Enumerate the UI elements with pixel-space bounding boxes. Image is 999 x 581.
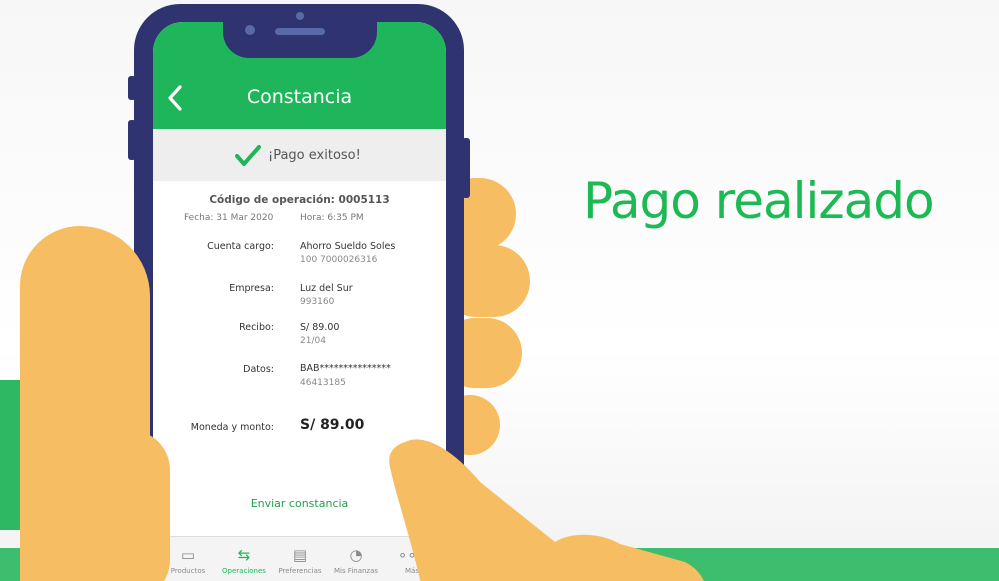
wallet-icon: ▭ <box>180 546 196 564</box>
detail-value-recibo: S/ 89.00 <box>300 322 340 333</box>
tab-label: Operaciones <box>222 567 266 575</box>
detail-label-datos: Datos: <box>243 364 274 375</box>
operation-date: Fecha: 31 Mar 2020 <box>184 213 274 223</box>
detail-sub-recibo: 21/04 <box>300 336 326 346</box>
cards-icon: ▤ <box>292 546 308 564</box>
tab-label: Productos <box>170 567 206 575</box>
total-amount: S/ 89.00 <box>300 417 365 433</box>
detail-value-cuenta: Ahorro Sueldo Soles <box>300 241 396 252</box>
operation-code: Código de operación: 0005113 <box>209 194 390 206</box>
sensor-icon <box>296 12 304 20</box>
tab-label: Mis Finanzas <box>333 567 379 575</box>
detail-sub-datos: 46413185 <box>300 378 346 388</box>
speaker-grille <box>275 28 325 35</box>
phone-notch <box>223 4 377 58</box>
success-banner: ¡Pago exitoso! <box>153 129 446 181</box>
transfer-arrows-icon: ⇆ <box>237 546 251 564</box>
camera-icon <box>245 25 255 35</box>
hand-palm <box>60 430 170 581</box>
tab-productos[interactable]: ▭ Productos <box>163 545 213 575</box>
success-message: ¡Pago exitoso! <box>268 148 361 163</box>
operation-time: Hora: 6:35 PM <box>300 213 364 223</box>
total-label: Moneda y monto: <box>190 422 274 433</box>
pointing-hand <box>389 439 704 581</box>
detail-value-datos: BAB*************** <box>300 363 391 374</box>
detail-label-recibo: Recibo: <box>239 322 274 333</box>
page-title: Constancia <box>246 86 353 108</box>
tab-operaciones[interactable]: ⇆ Operaciones <box>219 545 269 575</box>
checkmark-icon <box>235 145 261 167</box>
detail-sub-empresa: 993160 <box>300 297 335 307</box>
detail-label-cuenta: Cuenta cargo: <box>207 241 274 252</box>
detail-sub-cuenta: 100 7000026316 <box>300 255 378 265</box>
detail-label-empresa: Empresa: <box>229 283 274 294</box>
detail-value-empresa: Luz del Sur <box>300 283 353 294</box>
scene: Pago realizado Constancia ¡Pago exitoso!… <box>0 0 999 581</box>
pie-chart-icon: ◔ <box>349 546 363 564</box>
headline: Pago realizado <box>583 172 935 230</box>
tab-preferencias[interactable]: ▤ Preferencias <box>275 545 325 575</box>
tab-label: Preferencias <box>278 567 322 575</box>
tab-mis-finanzas[interactable]: ◔ Mis Finanzas <box>331 545 381 575</box>
